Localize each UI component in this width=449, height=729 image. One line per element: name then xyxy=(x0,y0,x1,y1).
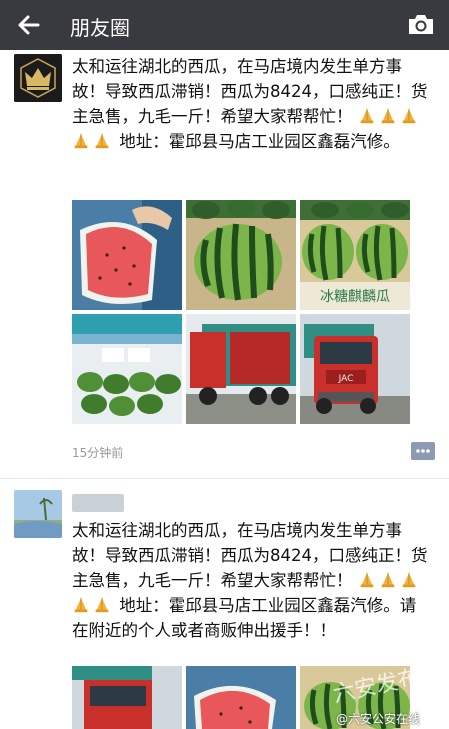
praying-hands-icon xyxy=(402,108,416,124)
praying-hands-icon xyxy=(95,597,109,613)
praying-hands-icon xyxy=(402,572,416,588)
back-arrow-icon[interactable] xyxy=(14,10,44,40)
box-label-text: 冰糖麒麟瓜 xyxy=(320,289,390,305)
photo-truck-side[interactable] xyxy=(186,314,296,424)
post-address-text: 地址：霍邱县马店工业园区鑫磊汽修。 xyxy=(119,132,400,151)
praying-hands-icon xyxy=(74,597,88,613)
photo-whole-watermelon[interactable] xyxy=(186,200,296,310)
post-text: 太和运往湖北的西瓜，在马店境内发生单方事故！导致西瓜滞销！西瓜为8424，口感纯… xyxy=(72,518,432,643)
praying-hands-icon xyxy=(95,133,109,149)
praying-hands-icon xyxy=(360,572,374,588)
watermark-text: @六安公安在线 xyxy=(336,712,421,726)
photo-watermelons-in-boxes[interactable] xyxy=(72,314,182,424)
photo-truck-front[interactable]: JAC xyxy=(300,314,410,424)
avatar[interactable] xyxy=(14,54,62,102)
post-timestamp: 15分钟前 xyxy=(72,446,124,460)
blurred-username xyxy=(72,494,124,512)
moment-post: 太和运往湖北的西瓜，在马店境内发生单方事故！导致西瓜滞销！西瓜为8424，口感纯… xyxy=(0,490,449,729)
avatar[interactable] xyxy=(14,490,62,538)
truck-plate-text: JAC xyxy=(338,374,354,384)
photo-truck-front[interactable] xyxy=(72,666,182,729)
post-text: 太和运往湖北的西瓜，在马店境内发生单方事故！导致西瓜滞销！西瓜为8424，口感纯… xyxy=(72,54,432,154)
post-address-text: 地址：霍邱县马店工业园区鑫磊汽修。请在附近的个人或者商贩伸出援手！！ xyxy=(72,596,417,640)
post-divider xyxy=(0,478,449,479)
praying-hands-icon xyxy=(381,572,395,588)
page-title: 朋友圈 xyxy=(70,16,130,40)
photo-watermelon-box[interactable]: 冰糖麒麟瓜 xyxy=(300,200,410,310)
comment-icon[interactable] xyxy=(411,442,435,460)
praying-hands-icon xyxy=(360,108,374,124)
photo-watermelon-slice[interactable] xyxy=(186,666,296,729)
top-bar: 朋友圈 xyxy=(0,0,449,50)
crown-logo-icon xyxy=(14,54,62,102)
photo-watermelon-slice[interactable] xyxy=(72,200,182,310)
camera-icon[interactable] xyxy=(407,12,435,36)
praying-hands-icon xyxy=(74,133,88,149)
praying-hands-icon xyxy=(381,108,395,124)
landscape-avatar-icon xyxy=(14,490,62,538)
moment-post: 太和运往湖北的西瓜，在马店境内发生单方事故！导致西瓜滞销！西瓜为8424，口感纯… xyxy=(0,50,449,470)
